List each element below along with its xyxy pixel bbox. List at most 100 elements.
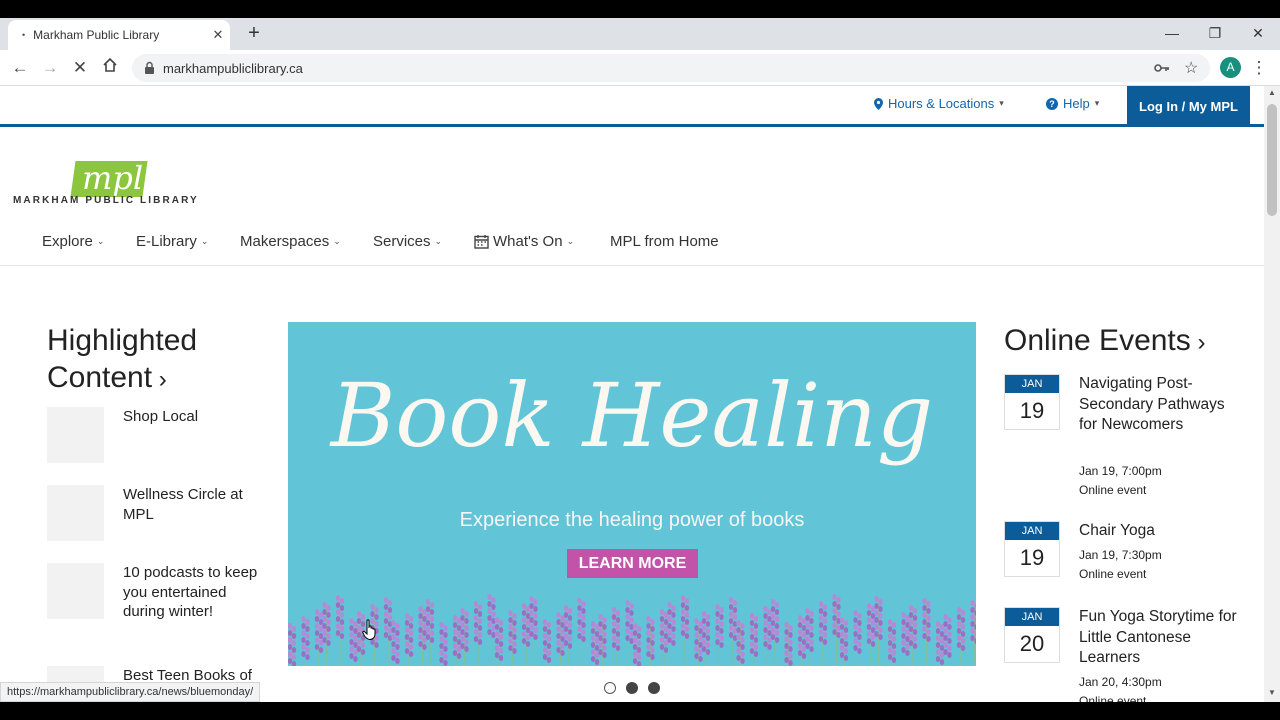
help-circle-icon: ? xyxy=(1046,97,1058,110)
hours-locations-link[interactable]: Hours & Locations ▾ xyxy=(874,96,1004,111)
chevron-down-icon: ⌄ xyxy=(200,236,209,246)
highlighted-content-heading[interactable]: Highlighted Content › xyxy=(47,322,262,398)
browser-menu-icon[interactable]: ⋮ xyxy=(1247,56,1271,80)
browser-tab[interactable]: • Markham Public Library ✕ xyxy=(8,20,230,50)
scroll-down-icon[interactable]: ▼ xyxy=(1264,688,1280,697)
event-day: 19 xyxy=(1019,398,1045,423)
forward-icon[interactable]: → xyxy=(38,56,62,80)
nav-e-library[interactable]: E-Library ⌄ xyxy=(136,233,208,250)
logo-text: MARKHAM PUBLIC LIBRARY xyxy=(13,195,199,206)
logo-mark: mpl xyxy=(82,159,144,197)
item-thumbnail xyxy=(47,407,104,463)
list-item[interactable]: Shop Local xyxy=(47,407,262,467)
main-navigation: Explore ⌄ E-Library ⌄ Makerspaces ⌄ Service… xyxy=(0,229,1264,266)
event-day: 20 xyxy=(1019,631,1045,656)
lavender-illustration xyxy=(288,594,976,666)
status-bar: https://markhampubliclibrary.ca/news/blu… xyxy=(0,682,261,702)
nav-whats-on[interactable]: What's On ⌄ xyxy=(474,233,574,250)
address-bar[interactable]: markhampubliclibrary.ca ☆ xyxy=(132,54,1210,82)
scrollbar-thumb[interactable] xyxy=(1267,104,1277,216)
event-title[interactable]: Navigating Post-Secondary Pathways for N… xyxy=(1079,374,1239,436)
back-icon[interactable]: ← xyxy=(8,56,32,80)
chevron-down-icon: ⌄ xyxy=(434,236,443,246)
hand-cursor-icon xyxy=(362,619,376,641)
utility-bar: Hours & Locations ▾ ? Help ▾ Log In / My… xyxy=(0,86,1264,127)
page-viewport: Hours & Locations ▾ ? Help ▾ Log In / My… xyxy=(0,86,1264,702)
close-tab-icon[interactable]: ✕ xyxy=(206,27,230,43)
online-events-heading-text: Online Events xyxy=(1004,324,1191,357)
item-title: 10 podcasts to keep you entertained duri… xyxy=(123,564,258,620)
nav-explore[interactable]: Explore ⌄ xyxy=(42,233,104,250)
event-title[interactable]: Chair Yoga xyxy=(1079,521,1239,542)
nav-e-library-label: E-Library xyxy=(136,233,197,250)
carousel-pagination xyxy=(604,682,660,694)
nav-explore-label: Explore xyxy=(42,233,93,250)
hero-subtitle: Experience the healing power of books xyxy=(459,509,805,531)
nav-mpl-from-home-label: MPL from Home xyxy=(610,233,719,250)
online-events-section: Online Events › JAN 19 Navigating Post-S… xyxy=(1004,322,1244,702)
hero-carousel[interactable]: Book Healing Experience the healing powe… xyxy=(288,322,976,666)
login-button[interactable]: Log In / My MPL xyxy=(1127,86,1250,127)
item-thumbnail xyxy=(47,563,104,619)
chevron-right-icon: › xyxy=(152,366,167,393)
url-text: markhampubliclibrary.ca xyxy=(163,61,303,76)
event-title[interactable]: Fun Yoga Storytime for Little Cantonese … xyxy=(1079,607,1239,669)
nav-makerspaces[interactable]: Makerspaces ⌄ xyxy=(240,233,341,250)
page-scrollbar[interactable]: ▲ ▼ xyxy=(1264,86,1280,702)
event-location: Online event xyxy=(1079,694,1147,702)
library-logo[interactable]: mpl MARKHAM PUBLIC LIBRARY xyxy=(12,141,212,211)
event-month: JAN xyxy=(1005,522,1059,540)
tab-title: Markham Public Library xyxy=(33,28,160,42)
hero-title: Book Healing xyxy=(330,364,934,467)
stop-loading-icon[interactable]: ✕ xyxy=(68,56,92,80)
learn-more-button[interactable]: LEARN MORE xyxy=(567,549,698,578)
highlighted-heading-text: Highlighted Content xyxy=(47,324,198,394)
lock-icon xyxy=(145,61,154,74)
browser-window: • Markham Public Library ✕ + — ❐ ✕ ← → ✕… xyxy=(0,18,1280,702)
tab-strip: • Markham Public Library ✕ + — ❐ ✕ xyxy=(0,18,1280,50)
nav-mpl-from-home[interactable]: MPL from Home xyxy=(610,233,719,250)
restore-icon[interactable]: ❐ xyxy=(1193,18,1237,48)
event-time: Jan 20, 4:30pm xyxy=(1079,675,1162,689)
key-icon[interactable] xyxy=(1154,62,1170,74)
event-month: JAN xyxy=(1005,608,1059,626)
carousel-dot-2[interactable] xyxy=(626,682,638,694)
chevron-down-icon: ⌄ xyxy=(333,236,341,246)
nav-whats-on-label: What's On xyxy=(493,233,563,250)
help-label: Help xyxy=(1063,96,1090,111)
carousel-dot-3[interactable] xyxy=(648,682,660,694)
list-item[interactable]: Wellness Circle at MPL xyxy=(47,485,262,545)
home-icon[interactable] xyxy=(98,56,122,80)
help-link[interactable]: ? Help ▾ xyxy=(1046,96,1099,111)
carousel-dot-1[interactable] xyxy=(604,682,616,694)
loading-dot-icon: • xyxy=(22,30,26,40)
new-tab-button[interactable]: + xyxy=(243,22,265,44)
nav-services[interactable]: Services ⌄ xyxy=(373,233,442,250)
chevron-right-icon: › xyxy=(1190,329,1206,356)
event-time: Jan 19, 7:30pm xyxy=(1079,548,1162,562)
event-month: JAN xyxy=(1005,375,1059,393)
chevron-down-icon: ▾ xyxy=(1094,98,1100,108)
event-date-badge: JAN 20 xyxy=(1004,607,1060,663)
nav-makerspaces-label: Makerspaces xyxy=(240,233,330,250)
chevron-down-icon: ⌄ xyxy=(566,236,575,246)
highlighted-content-section: Highlighted Content › Shop Local Wellnes… xyxy=(47,322,262,702)
list-item[interactable]: 10 podcasts to keep you entertained duri… xyxy=(47,563,262,643)
event-location: Online event xyxy=(1079,483,1147,497)
minimize-icon[interactable]: — xyxy=(1150,18,1194,48)
event-day: 19 xyxy=(1019,545,1045,570)
online-events-heading[interactable]: Online Events › xyxy=(1004,322,1244,361)
scroll-up-icon[interactable]: ▲ xyxy=(1264,88,1280,97)
item-title: Shop Local xyxy=(123,408,199,425)
nav-services-label: Services xyxy=(373,233,431,250)
event-date-badge: JAN 19 xyxy=(1004,374,1060,430)
calendar-icon xyxy=(474,235,489,249)
browser-toolbar: ← → ✕ markhampubliclibrary.ca ☆ A ⋮ xyxy=(0,50,1280,86)
chevron-down-icon: ▾ xyxy=(999,98,1004,108)
close-window-icon[interactable]: ✕ xyxy=(1236,18,1280,48)
event-location: Online event xyxy=(1079,567,1147,581)
map-pin-icon xyxy=(874,97,883,110)
chevron-down-icon: ⌄ xyxy=(96,236,105,246)
profile-avatar[interactable]: A xyxy=(1220,57,1241,78)
bookmark-star-icon[interactable]: ☆ xyxy=(1184,58,1198,78)
